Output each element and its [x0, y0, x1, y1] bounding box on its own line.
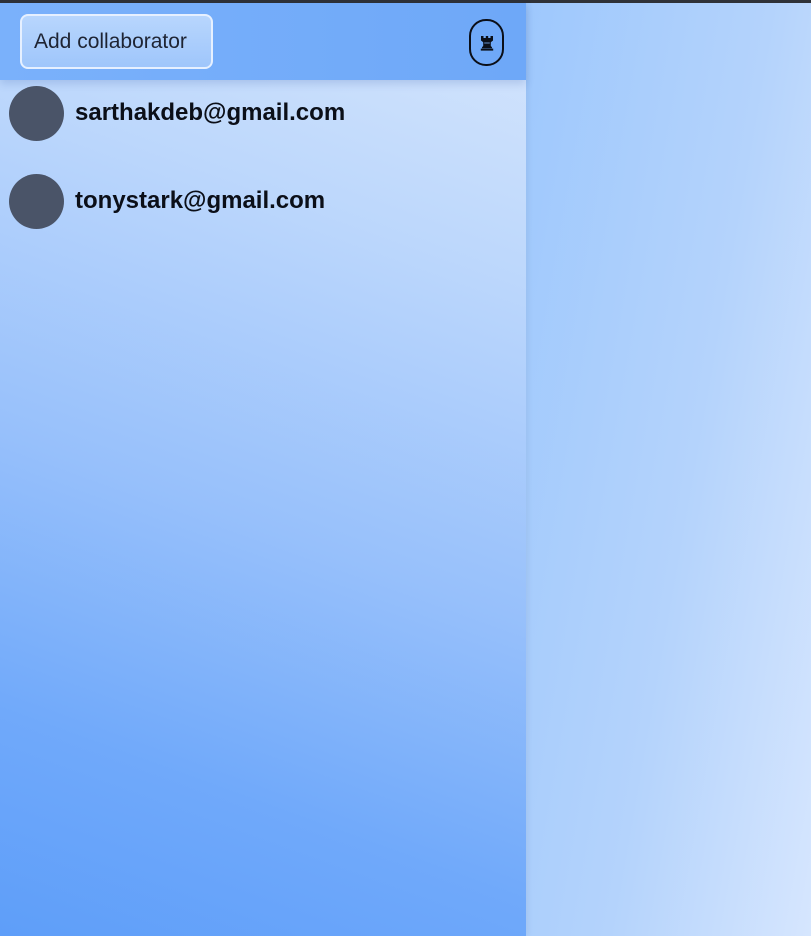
- collaborator-email: sarthakdeb@gmail.com: [75, 99, 346, 126]
- collaborator-list: sarthakdeb@gmail.com tonystark@gmail.com: [0, 83, 526, 259]
- collaborator-email: tonystark@gmail.com: [75, 187, 326, 214]
- avatar: [9, 174, 64, 229]
- avatar: [9, 86, 64, 141]
- toggle-panel-button[interactable]: [469, 19, 504, 66]
- collaborator-item[interactable]: sarthakdeb@gmail.com: [0, 83, 526, 171]
- collaborator-sidebar: Add collaborator sarthakdeb@gmail.com to…: [0, 3, 526, 936]
- sidebar-header: Add collaborator: [0, 3, 526, 80]
- chess-rook-icon: [480, 35, 494, 51]
- collaborator-item[interactable]: tonystark@gmail.com: [0, 171, 526, 259]
- main-panel: [526, 3, 811, 936]
- add-collaborator-button[interactable]: Add collaborator: [20, 14, 213, 69]
